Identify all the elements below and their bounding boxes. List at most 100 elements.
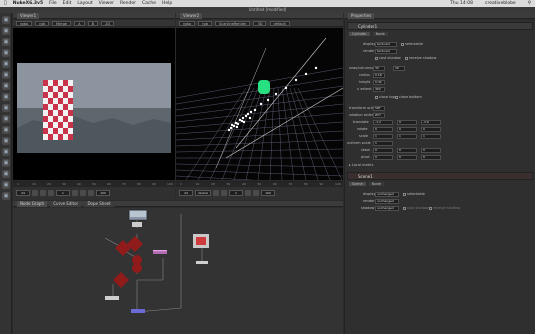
- rows-field[interactable]: 30: [373, 66, 385, 71]
- menu-render[interactable]: Render: [120, 1, 136, 6]
- input-a-select[interactable]: A: [74, 20, 85, 26]
- play-back-button[interactable]: [48, 190, 54, 196]
- tab-dope-sheet[interactable]: Dope Sheet: [84, 201, 114, 207]
- 3d-icon[interactable]: ▣: [2, 115, 10, 123]
- scale-y[interactable]: 1: [397, 134, 417, 139]
- menu-edit[interactable]: Edit: [63, 1, 72, 6]
- pivot-x[interactable]: 0: [373, 155, 393, 160]
- scene-receive-shadow-check[interactable]: receive shadow: [429, 206, 460, 210]
- particles-icon[interactable]: ▣: [2, 192, 10, 200]
- node-write1[interactable]: [196, 261, 208, 264]
- menu-help[interactable]: Help: [162, 1, 172, 6]
- translate-z[interactable]: -2.6: [421, 120, 441, 125]
- local-matrix-toggle[interactable]: ▸ Local matrix: [349, 163, 373, 167]
- node2-name[interactable]: Scene1: [358, 174, 373, 179]
- node-viewer1[interactable]: [131, 309, 145, 313]
- timeline2[interactable]: 1 10 20 30 40 50 60 70 80 90 100 24 Global 1 100: [176, 181, 343, 200]
- tab-scene[interactable]: Scene: [349, 182, 366, 186]
- user-name[interactable]: creativeblobe: [485, 1, 516, 6]
- timeline1[interactable]: 1 10 20 30 40 50 60 70 80 90 100 24 1 100: [13, 181, 175, 200]
- play-forward-button-2[interactable]: [245, 190, 251, 196]
- channel-select[interactable]: rgba: [16, 20, 32, 26]
- filter-icon[interactable]: ▣: [2, 71, 10, 79]
- nodegraph-canvas[interactable]: [13, 208, 343, 334]
- translate-y[interactable]: 0: [397, 120, 417, 125]
- tab-curve-editor[interactable]: Curve Editor: [50, 201, 82, 207]
- tab-properties[interactable]: Properties: [348, 13, 375, 19]
- color-icon[interactable]: ▣: [2, 60, 10, 68]
- search-icon[interactable]: ⚲: [528, 1, 531, 6]
- scene-selectable-check[interactable]: selectable: [403, 192, 425, 196]
- uniform-scale-field[interactable]: 1: [373, 141, 393, 146]
- channel-icon[interactable]: ▣: [2, 49, 10, 57]
- end-frame-field-2[interactable]: 100: [261, 190, 275, 196]
- close-top-check[interactable]: close top: [375, 95, 395, 99]
- display-select[interactable]: textured: [375, 42, 397, 47]
- display-channel-select[interactable]: rgb: [35, 20, 49, 26]
- merge-icon[interactable]: ▣: [2, 93, 10, 101]
- viewer2-canvas[interactable]: [176, 28, 343, 180]
- skew-y[interactable]: 0: [397, 148, 417, 153]
- apple-icon[interactable]: : [4, 1, 7, 6]
- view-mode-select[interactable]: 2D: [101, 20, 115, 26]
- channel-select-2[interactable]: rgba: [179, 20, 195, 26]
- u-extent-field[interactable]: 360: [373, 87, 385, 92]
- scene-cast-shadow-check[interactable]: cast shadow: [403, 206, 429, 210]
- skew-z[interactable]: 0: [421, 148, 441, 153]
- menu-cache[interactable]: Cache: [142, 1, 156, 6]
- node-scanlinerender1[interactable]: [132, 263, 142, 273]
- first-frame-button[interactable]: [32, 190, 38, 196]
- read-icon[interactable]: ▣: [2, 16, 10, 24]
- range-mode-select[interactable]: Global: [195, 190, 211, 196]
- node1-name[interactable]: Cylinder1: [358, 24, 377, 29]
- prev-key-button[interactable]: [40, 190, 46, 196]
- scene-render-select[interactable]: unchanged: [375, 199, 399, 204]
- view-mode-select-2[interactable]: 3D: [253, 20, 267, 26]
- keyer-icon[interactable]: ▣: [2, 82, 10, 90]
- tab-node-graph[interactable]: Node Graph: [17, 201, 47, 207]
- current-frame-field-2[interactable]: 1: [229, 190, 243, 196]
- pivot-y[interactable]: 0: [397, 155, 417, 160]
- node-cylinder1[interactable]: [113, 272, 129, 288]
- input-select-2[interactable]: ScanlineRender: [215, 20, 251, 26]
- timeline1-ruler[interactable]: 1 10 20 30 40 50 60 70 80 90 100: [13, 182, 175, 187]
- play-forward-button[interactable]: [72, 190, 78, 196]
- draw-icon[interactable]: ▣: [2, 27, 10, 35]
- rotate-z[interactable]: 0: [421, 127, 441, 132]
- fps-field[interactable]: 24: [16, 190, 30, 196]
- tab-node-2[interactable]: Node: [368, 182, 384, 186]
- receive-shadow-check[interactable]: receive shadow: [405, 56, 436, 60]
- menu-viewer[interactable]: Viewer: [99, 1, 114, 6]
- node1-title-bar[interactable]: Cylinder1: [347, 22, 533, 30]
- end-frame-field[interactable]: 100: [96, 190, 110, 196]
- scale-x[interactable]: 1: [373, 134, 393, 139]
- display-channel-select-2[interactable]: rgb: [198, 20, 212, 26]
- tab-node[interactable]: Node: [372, 32, 388, 36]
- node2-title-bar[interactable]: Scene1: [347, 172, 533, 180]
- fps-field-2[interactable]: 24: [179, 190, 193, 196]
- columns-field[interactable]: 30: [393, 66, 405, 71]
- camera-select-2[interactable]: default: [269, 20, 290, 26]
- time-icon[interactable]: ▣: [2, 38, 10, 46]
- close-bottom-check[interactable]: close bottom: [395, 95, 422, 99]
- menu-file[interactable]: File: [49, 1, 57, 6]
- scene-display-select[interactable]: unchanged: [375, 192, 399, 197]
- next-key-button[interactable]: [80, 190, 86, 196]
- render-select[interactable]: textured: [375, 49, 397, 54]
- height-field[interactable]: 0.42: [373, 80, 385, 85]
- first-frame-button-2[interactable]: [213, 190, 219, 196]
- scene-shadow-select[interactable]: unchanged: [375, 206, 399, 211]
- last-frame-button-2[interactable]: [253, 190, 259, 196]
- toolsets-icon[interactable]: ▣: [2, 148, 10, 156]
- cast-shadow-check[interactable]: cast shadow: [375, 56, 401, 60]
- views-icon[interactable]: ▣: [2, 126, 10, 134]
- viewer1-canvas[interactable]: [13, 28, 175, 180]
- rotate-x[interactable]: 0: [373, 127, 393, 132]
- play-back-button-2[interactable]: [221, 190, 227, 196]
- transform-icon[interactable]: ▣: [2, 104, 10, 112]
- pivot-z[interactable]: 0: [421, 155, 441, 160]
- tab-viewer2[interactable]: Viewer2: [180, 13, 203, 19]
- other-icon[interactable]: ▣: [2, 159, 10, 167]
- translate-x[interactable]: -1.2: [373, 120, 393, 125]
- last-frame-button[interactable]: [88, 190, 94, 196]
